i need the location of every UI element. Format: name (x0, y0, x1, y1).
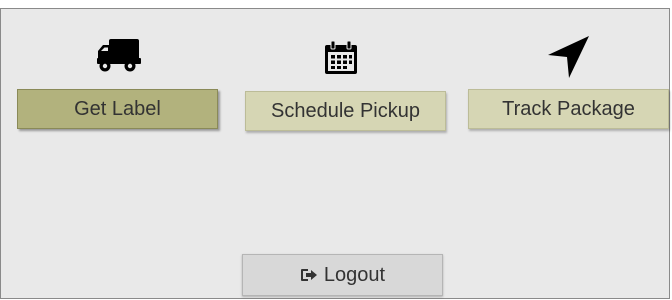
schedule-pickup-button-text: Schedule Pickup (271, 99, 420, 122)
sign-out-icon (300, 269, 317, 281)
get-label-button-text: Get Label (74, 97, 161, 120)
truck-icon[interactable] (97, 39, 141, 73)
logout-button-text: Logout (323, 263, 386, 286)
logout-button[interactable]: Logout (242, 254, 443, 296)
calendar-icon[interactable] (324, 41, 358, 75)
track-package-button-text: Track Package (502, 97, 635, 120)
action-panel: Get Label Schedule Pickup Track Package … (0, 8, 670, 299)
schedule-pickup-button[interactable]: Schedule Pickup (245, 91, 446, 131)
navigation-arrow-icon[interactable] (546, 36, 590, 80)
track-package-button[interactable]: Track Package (468, 89, 669, 129)
get-label-button[interactable]: Get Label (17, 89, 218, 129)
